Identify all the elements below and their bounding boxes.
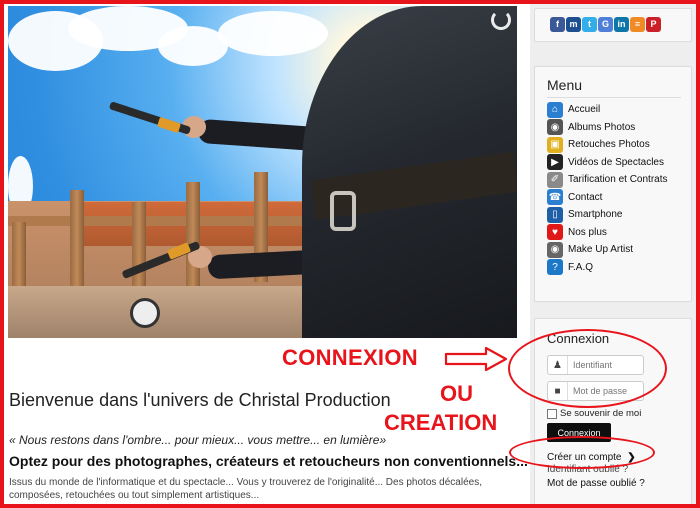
photo-edit-icon: ▣ [547,136,563,153]
menu-item-label: Make Up Artist [568,244,634,255]
divider [547,97,681,98]
annotation-connexion: CONNEXION [282,345,418,370]
annotation-arrow-icon [444,346,508,372]
menu-item[interactable]: ? F.A.Q [547,259,593,276]
menu-panel: Menu ⌂ Accueil ◉ Albums Photos ▣ Retouches Ph… [534,66,692,302]
menu-item-label: Vidéos de Spectacles [568,156,664,168]
menu-item-label: Smartphone [568,209,623,220]
forgot-password-link[interactable]: Mot de passe oublié ? [547,478,645,489]
menu-item[interactable]: ◉ Make Up Artist [547,241,633,258]
menu-item-label: Retouches Photos [568,139,650,150]
menu-item-label: Nos plus [568,226,607,238]
menu-item-label: Albums Photos [568,121,636,133]
belt-buckle [330,191,356,231]
remember-me[interactable]: Se souvenir de moi [547,408,641,419]
pinterest-icon[interactable]: P [646,17,661,32]
pergola-post [12,222,26,296]
menu-title: Menu [547,77,583,93]
menu-item[interactable]: ◉ Albums Photos [547,119,635,136]
menu-item-label: F.A.Q [568,261,594,273]
remember-label: Se souvenir de moi [560,408,642,419]
pergola-post [70,190,84,290]
smartphone-icon: ▯ [547,206,563,223]
menu-item[interactable]: ☎ Contact [547,189,602,206]
loading-spinner-icon [491,10,511,30]
myspace-icon[interactable]: m [566,17,581,32]
tag-icon: ✐ [547,171,563,188]
menu-item[interactable]: ♥ Nos plus [547,224,607,241]
annotation-creation: CREATION [384,410,498,435]
eye-icon: ◉ [547,241,563,258]
pergola-post [186,182,200,288]
linkedin-icon[interactable]: in [614,17,629,32]
annotation-oval-create [509,436,655,469]
menu-item[interactable]: ✐ Tarification et Contrats [547,171,668,188]
intro-text: Issus du monde de l'informatique et du s… [9,477,482,501]
page-title: Bienvenue dans l'univers de Christal Pro… [9,390,391,410]
pergola-beam [8,216,338,226]
camera-icon: ◉ [547,119,563,135]
twitter-icon[interactable]: t [582,17,597,32]
cloud [218,11,328,56]
heart-icon: ♥ [547,224,563,240]
google-icon[interactable]: G [598,17,613,32]
rss-icon[interactable]: ≡ [630,17,645,32]
sidebar: f m t G in ≡ P Menu ⌂ Accueil ◉ Albums Phot… [530,0,700,508]
video-icon: ▶ [547,154,563,170]
menu-item-label: Tarification et Contrats [568,174,668,185]
remember-checkbox[interactable] [547,408,557,419]
menu-item[interactable]: ⌂ Accueil [547,101,600,118]
contact-icon: ☎ [547,189,563,205]
tagline-quote: « Nous restons dans l'ombre... pour mieu… [9,433,387,447]
menu-item[interactable]: ▣ Retouches Photos [547,136,650,153]
hero-photo [8,6,517,338]
help-icon: ? [547,259,563,275]
menu-item[interactable]: ▶ Vidéos de Spectacles [547,154,664,171]
menu-item[interactable]: ▯ Smartphone [547,206,622,223]
annotation-oval-login [508,329,667,408]
home-icon: ⌂ [547,101,563,118]
page-subtitle: Optez pour des photographes, créateurs e… [9,453,528,469]
annotation-ou: OU [440,381,473,406]
menu-item-label: Accueil [568,104,601,115]
social-links-panel: f m t G in ≡ P [534,8,692,42]
wall-lamp [130,298,160,328]
facebook-icon[interactable]: f [550,17,565,32]
menu-item-label: Contact [568,191,603,203]
